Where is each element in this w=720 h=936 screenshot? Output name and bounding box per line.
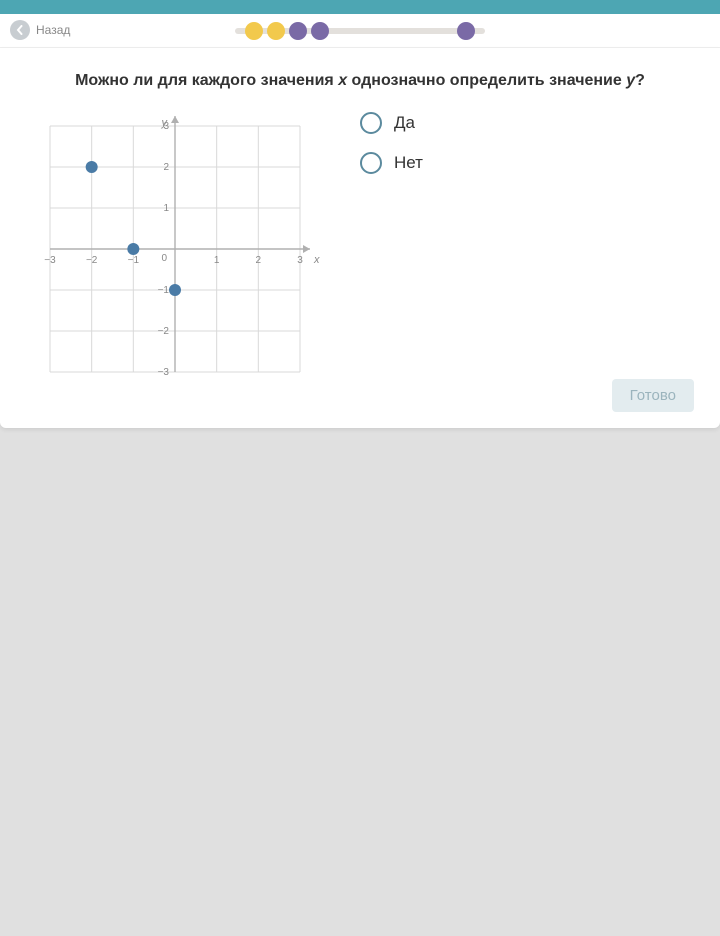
answer-options: Да Нет <box>360 112 423 174</box>
svg-text:2: 2 <box>163 162 169 173</box>
radio-no-label: Нет <box>394 153 423 173</box>
svg-text:−2: −2 <box>86 255 98 266</box>
question-text: Можно ли для каждого значения x однознач… <box>20 72 700 90</box>
svg-text:−1: −1 <box>158 285 170 296</box>
page-background <box>0 428 720 908</box>
svg-text:−2: −2 <box>158 326 170 337</box>
question-card: Можно ли для каждого значения x однознач… <box>0 48 720 428</box>
back-label: Назад <box>36 23 70 37</box>
progress-bar <box>235 22 485 40</box>
scatter-chart: −3−2−10123−3−2−1123yx <box>20 112 320 392</box>
done-button[interactable]: Готово <box>612 379 694 412</box>
svg-text:1: 1 <box>163 203 169 214</box>
svg-text:−3: −3 <box>158 367 170 378</box>
svg-text:2: 2 <box>256 255 262 266</box>
app-header <box>0 0 720 14</box>
radio-icon <box>360 112 382 134</box>
svg-text:3: 3 <box>297 255 303 266</box>
nav-row: Назад <box>0 14 720 48</box>
progress-dot <box>289 22 307 40</box>
svg-text:0: 0 <box>161 253 167 264</box>
progress-dot <box>311 22 329 40</box>
svg-text:x: x <box>313 254 320 266</box>
radio-yes-label: Да <box>394 113 415 133</box>
radio-icon <box>360 152 382 174</box>
svg-text:−1: −1 <box>128 255 140 266</box>
progress-dot <box>245 22 263 40</box>
progress-dot <box>267 22 285 40</box>
progress-dot <box>457 22 475 40</box>
svg-text:−3: −3 <box>44 255 56 266</box>
chevron-left-icon <box>10 20 30 40</box>
back-button[interactable]: Назад <box>10 20 70 40</box>
radio-no[interactable]: Нет <box>360 152 423 174</box>
radio-yes[interactable]: Да <box>360 112 423 134</box>
svg-text:1: 1 <box>214 255 220 266</box>
